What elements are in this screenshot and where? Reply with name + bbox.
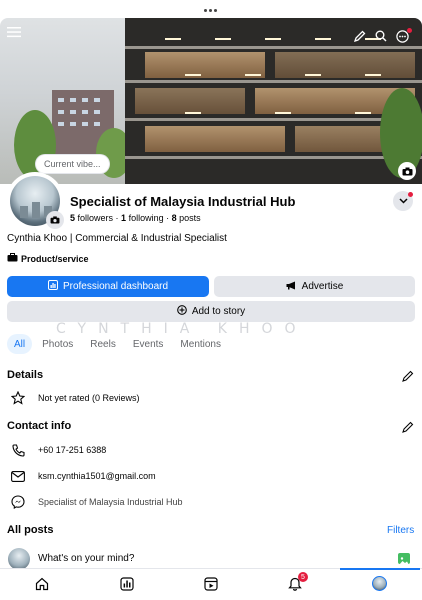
edit-contact-pencil-icon[interactable] (402, 420, 414, 433)
phone-icon (10, 442, 26, 458)
mail-icon (10, 468, 26, 484)
tab-all[interactable]: All (7, 334, 33, 354)
briefcase-icon (7, 253, 18, 264)
rating-text: Not yet rated (0 Reviews) (38, 393, 140, 403)
video-icon[interactable] (203, 576, 219, 592)
phone-number: +60 17-251 6388 (38, 445, 107, 455)
star-icon (10, 390, 26, 406)
window-top-bar (0, 0, 422, 18)
filters-link[interactable]: Filters (387, 525, 414, 536)
professional-dashboard-button[interactable]: Professional dashboard (7, 276, 209, 297)
details-title: Details (7, 369, 44, 381)
contact-info-title: Contact info (7, 420, 72, 432)
category-label: Product/service (21, 253, 89, 264)
menu-icon[interactable] (6, 24, 22, 40)
insights-icon[interactable] (119, 576, 135, 592)
phone-row[interactable]: +60 17-251 6388 (10, 442, 106, 458)
messenger-row[interactable]: Specialist of Malaysia Industrial Hub (10, 494, 183, 510)
avatar-camera-icon[interactable] (46, 211, 64, 229)
page-bio: Cynthia Khoo | Commercial & Industrial S… (7, 233, 227, 244)
dashboard-icon (47, 280, 58, 293)
note-bubble[interactable]: Current vibe... (36, 155, 109, 173)
email-row[interactable]: ksm.cynthia1501@gmail.com (10, 468, 156, 484)
plus-circle-icon (176, 305, 187, 318)
rating-row[interactable]: Not yet rated (0 Reviews) (10, 390, 140, 406)
posts-count: 8 (171, 213, 177, 223)
page-stats[interactable]: 5 followers · 1 following · 8 posts (70, 213, 201, 223)
edit-icon[interactable] (353, 29, 367, 43)
followers-label: followers (77, 213, 114, 223)
page-category: Product/service (7, 253, 89, 264)
followers-count: 5 (70, 213, 76, 223)
add-to-story-button[interactable]: Add to story (7, 301, 415, 322)
tab-reels[interactable]: Reels (83, 334, 123, 354)
posts-label: posts (179, 213, 201, 223)
page-title: Specialist of Malaysia Industrial Hub (70, 194, 296, 209)
tab-photos[interactable]: Photos (35, 334, 80, 354)
composer-avatar[interactable] (8, 548, 30, 570)
advertise-label: Advertise (301, 281, 344, 292)
following-count: 1 (121, 213, 127, 223)
megaphone-icon (286, 281, 297, 293)
profile-tabs: All Photos Reels Events Mentions (7, 334, 231, 356)
advertise-button[interactable]: Advertise (214, 276, 415, 297)
professional-dashboard-label: Professional dashboard (62, 281, 169, 292)
active-tab-indicator (340, 568, 420, 570)
search-icon[interactable] (374, 29, 388, 43)
tab-events[interactable]: Events (126, 334, 171, 354)
add-to-story-label: Add to story (191, 306, 246, 317)
chevron-notification-dot (408, 192, 413, 197)
email-address: ksm.cynthia1501@gmail.com (38, 471, 156, 481)
home-icon[interactable] (34, 576, 50, 592)
following-label: following (128, 213, 164, 223)
notifications-badge: 5 (298, 572, 308, 582)
all-posts-title: All posts (7, 524, 54, 536)
messenger-icon (10, 494, 26, 510)
edit-details-pencil-icon[interactable] (402, 369, 414, 382)
drag-handle[interactable] (204, 9, 218, 13)
cover-camera-icon[interactable] (398, 162, 416, 180)
composer-input[interactable]: What's on your mind? (38, 553, 134, 564)
photo-icon[interactable] (398, 553, 410, 565)
profile-tab-avatar[interactable] (372, 576, 387, 591)
messenger-name: Specialist of Malaysia Industrial Hub (38, 497, 183, 507)
notification-dot (407, 28, 412, 33)
tab-mentions[interactable]: Mentions (173, 334, 228, 354)
